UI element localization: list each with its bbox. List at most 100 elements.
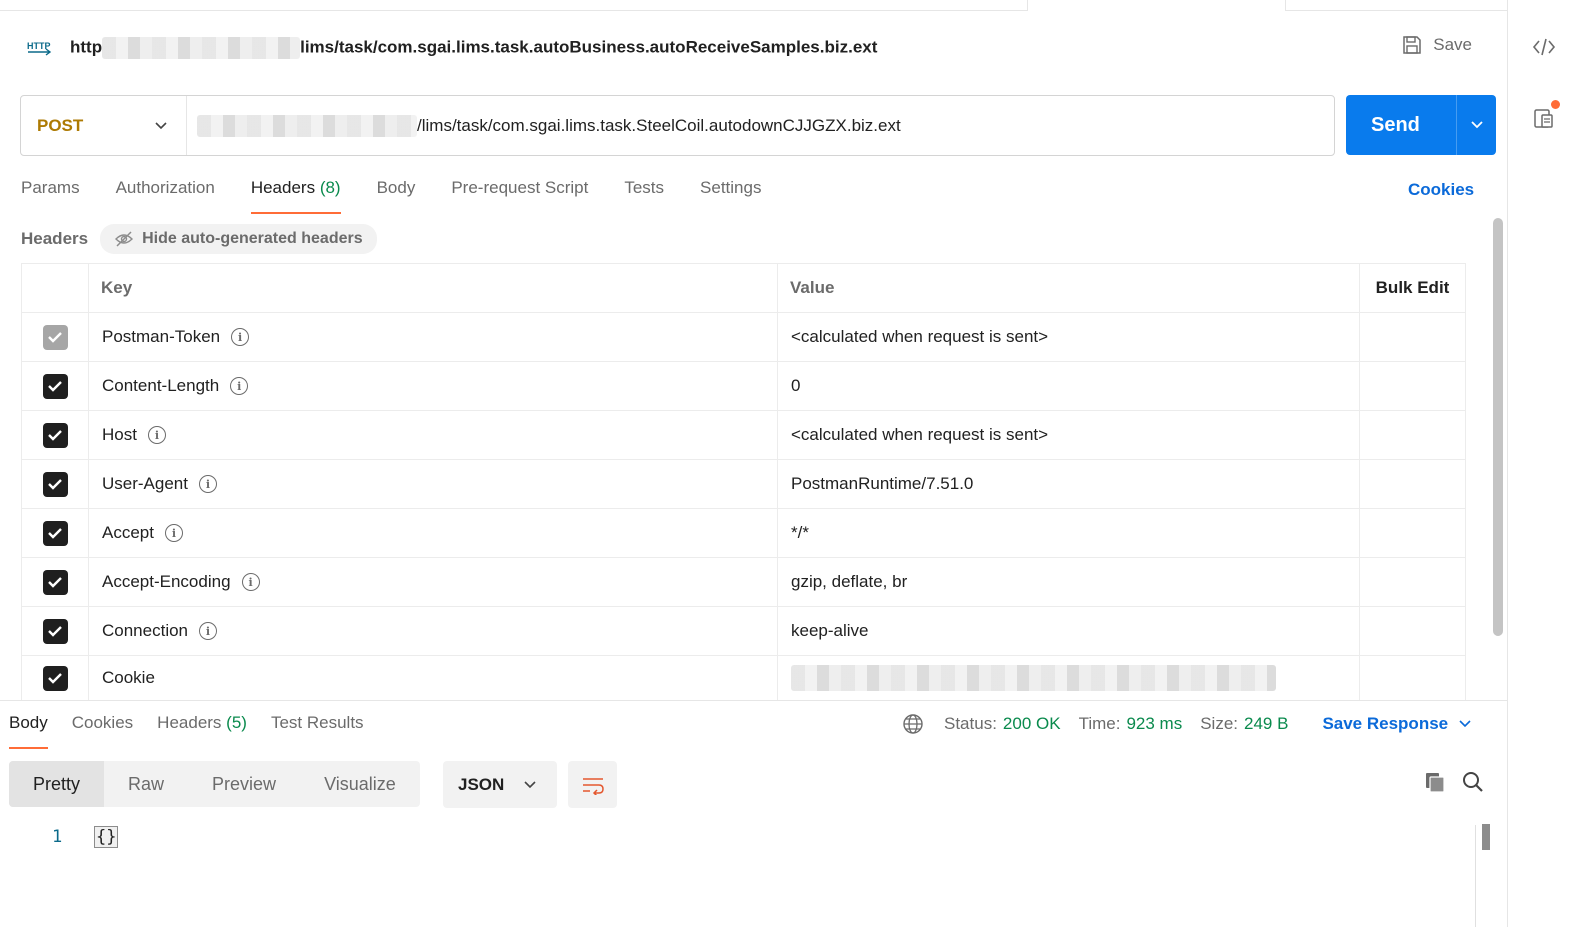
info-icon[interactable]: i (241, 573, 260, 591)
response-meta: Status: 200 OK Time: 923 ms Size: 249 B Sav… (902, 713, 1472, 735)
editor-gutter-line (1475, 825, 1476, 927)
copy-icon[interactable] (1423, 770, 1447, 794)
format-preview[interactable]: Preview (188, 761, 300, 807)
tab-settings[interactable]: Settings (700, 178, 761, 214)
format-visualize[interactable]: Visualize (300, 761, 420, 807)
row-checkbox[interactable] (42, 373, 68, 399)
time-label: Time: (1078, 714, 1121, 733)
checkmark-icon (48, 430, 62, 441)
header-check-cell (22, 264, 89, 312)
tab-label: Pre-request Script (451, 178, 589, 197)
table-row: Host i <calculated when request is sent> (22, 411, 1465, 460)
info-icon[interactable]: i (230, 377, 249, 395)
tab-label: Test Results (270, 713, 364, 732)
header-value: */* (778, 509, 1360, 557)
method-select[interactable]: POST (21, 96, 187, 155)
right-sidebar (1507, 0, 1569, 927)
bulk-edit-button[interactable]: Bulk Edit (1360, 264, 1465, 312)
tab-strip (0, 0, 1507, 12)
url-path: /lims/task/com.sgai.lims.task.SteelCoil.… (417, 115, 901, 135)
response-tab-test-results[interactable]: Test Results (271, 713, 364, 749)
url-input[interactable]: /lims/task/com.sgai.lims.task.SteelCoil.… (187, 114, 901, 137)
code-icon[interactable] (1530, 33, 1558, 61)
request-title-bar: HTTP http lims/task/com.sgai.lims.task.au… (26, 32, 1496, 64)
key-column-header: Key (89, 264, 778, 312)
save-response-label: Save Response (1322, 714, 1449, 733)
cookies-link[interactable]: Cookies (1408, 180, 1474, 200)
table-row: Postman-Token i <calculated when request … (22, 313, 1465, 362)
status-value[interactable]: 200 OK (1003, 714, 1061, 734)
language-select[interactable]: JSON (443, 761, 557, 808)
line-number: 1 (52, 827, 63, 847)
tab-label: Headers (157, 713, 222, 732)
info-icon[interactable]: i (231, 328, 250, 346)
redacted-host (197, 114, 417, 137)
row-checkbox[interactable] (42, 324, 68, 350)
documentation-icon[interactable] (1530, 100, 1560, 132)
hide-auto-headers-button[interactable]: Hide auto-generated headers (100, 224, 377, 254)
format-raw[interactable]: Raw (104, 761, 188, 807)
time-value[interactable]: 923 ms (1126, 714, 1182, 734)
checkmark-icon (48, 673, 62, 684)
tab-tests[interactable]: Tests (624, 178, 664, 214)
status-label: Status: (944, 714, 997, 733)
eye-off-icon (115, 231, 134, 247)
tab-label: Body (9, 713, 48, 732)
row-checkbox[interactable] (42, 618, 68, 644)
info-icon[interactable]: i (147, 426, 166, 444)
size-value[interactable]: 249 B (1244, 714, 1288, 734)
info-icon[interactable]: i (199, 622, 218, 640)
value-column-header: Value (778, 264, 1360, 312)
response-divider[interactable] (0, 700, 1507, 701)
tab-authorization[interactable]: Authorization (116, 178, 215, 214)
format-selector: Pretty Raw Preview Visualize (9, 761, 420, 807)
response-tab-body[interactable]: Body (9, 713, 48, 749)
header-value: <calculated when request is sent> (778, 313, 1360, 361)
row-checkbox[interactable] (42, 520, 68, 546)
header-value: 0 (778, 362, 1360, 410)
tab-label: Cookies (71, 713, 134, 732)
request-name[interactable]: http lims/task/com.sgai.lims.task.autoBus… (70, 37, 877, 59)
tab-body[interactable]: Body (377, 178, 416, 214)
row-checkbox[interactable] (42, 569, 68, 595)
chevron-down-icon (1459, 720, 1471, 728)
response-tab-cookies[interactable]: Cookies (72, 713, 133, 749)
redacted-cookie-value (791, 665, 1276, 691)
headers-table: Key Value Bulk Edit Postman-Token i <calc… (21, 263, 1466, 700)
method-label: POST (37, 115, 84, 135)
response-tab-headers[interactable]: Headers (5) (157, 713, 247, 749)
row-checkbox[interactable] (42, 471, 68, 497)
tab-label: Params (21, 178, 80, 197)
tab-headers[interactable]: Headers (8) (250, 178, 341, 214)
tab-separator (1285, 0, 1286, 11)
row-checkbox[interactable] (42, 665, 68, 691)
send-button[interactable]: Send (1346, 95, 1496, 155)
response-tabs: Body Cookies Headers (5) Test Results (9, 713, 388, 749)
row-checkbox[interactable] (42, 422, 68, 448)
wrap-lines-icon (582, 777, 604, 795)
info-icon[interactable]: i (164, 524, 183, 542)
checkmark-icon (48, 479, 62, 490)
search-icon[interactable] (1461, 770, 1485, 794)
tab-label: Authorization (115, 178, 215, 197)
info-icon[interactable]: i (198, 475, 217, 493)
editor-scrollbar[interactable] (1482, 824, 1490, 850)
tab-pre-request-script[interactable]: Pre-request Script (451, 178, 588, 214)
headers-scrollbar[interactable] (1493, 218, 1503, 636)
active-tab[interactable] (1028, 0, 1285, 12)
redacted-host (102, 37, 301, 59)
globe-icon[interactable] (902, 713, 924, 735)
format-pretty[interactable]: Pretty (9, 761, 105, 807)
header-value: <calculated when request is sent> (778, 411, 1360, 459)
header-value: PostmanRuntime/7.51.0 (778, 460, 1360, 508)
tab-label: Headers (250, 178, 316, 197)
wrap-lines-button[interactable] (568, 761, 617, 808)
chevron-down-icon (1470, 121, 1483, 129)
header-key: User-Agent (102, 474, 188, 493)
tab-params[interactable]: Params (21, 178, 80, 214)
save-button[interactable]: Save (1401, 34, 1472, 56)
send-options-button[interactable] (1456, 95, 1496, 155)
checkmark-icon (48, 332, 62, 343)
save-response-button[interactable]: Save Response (1322, 714, 1472, 734)
response-body[interactable]: {} (94, 826, 119, 848)
